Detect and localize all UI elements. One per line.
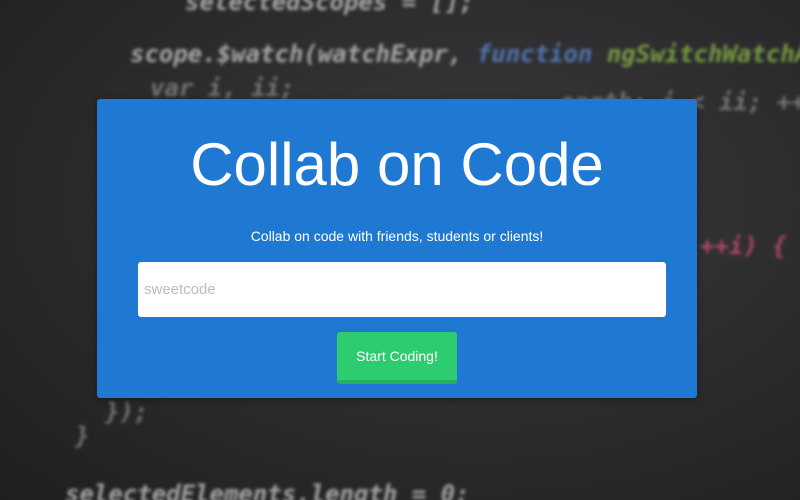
room-name-input[interactable] <box>138 262 666 317</box>
page-title: Collab on Code <box>190 131 604 198</box>
code-line: ++i) { <box>700 232 787 260</box>
code-line: var i, ii; <box>150 74 295 102</box>
hero-panel: Collab on Code Collab on code with frien… <box>97 99 697 398</box>
code-line: }); <box>105 398 149 426</box>
start-coding-button[interactable]: Start Coding! <box>337 332 457 384</box>
code-line: selectedScopes = []; <box>185 0 474 16</box>
code-line: } <box>75 422 90 450</box>
code-line: scope.$watch(watchExpr, function ngSwitc… <box>130 40 800 68</box>
code-line: selectedElements.length = 0; <box>65 480 470 500</box>
page-subtitle: Collab on code with friends, students or… <box>250 228 544 244</box>
